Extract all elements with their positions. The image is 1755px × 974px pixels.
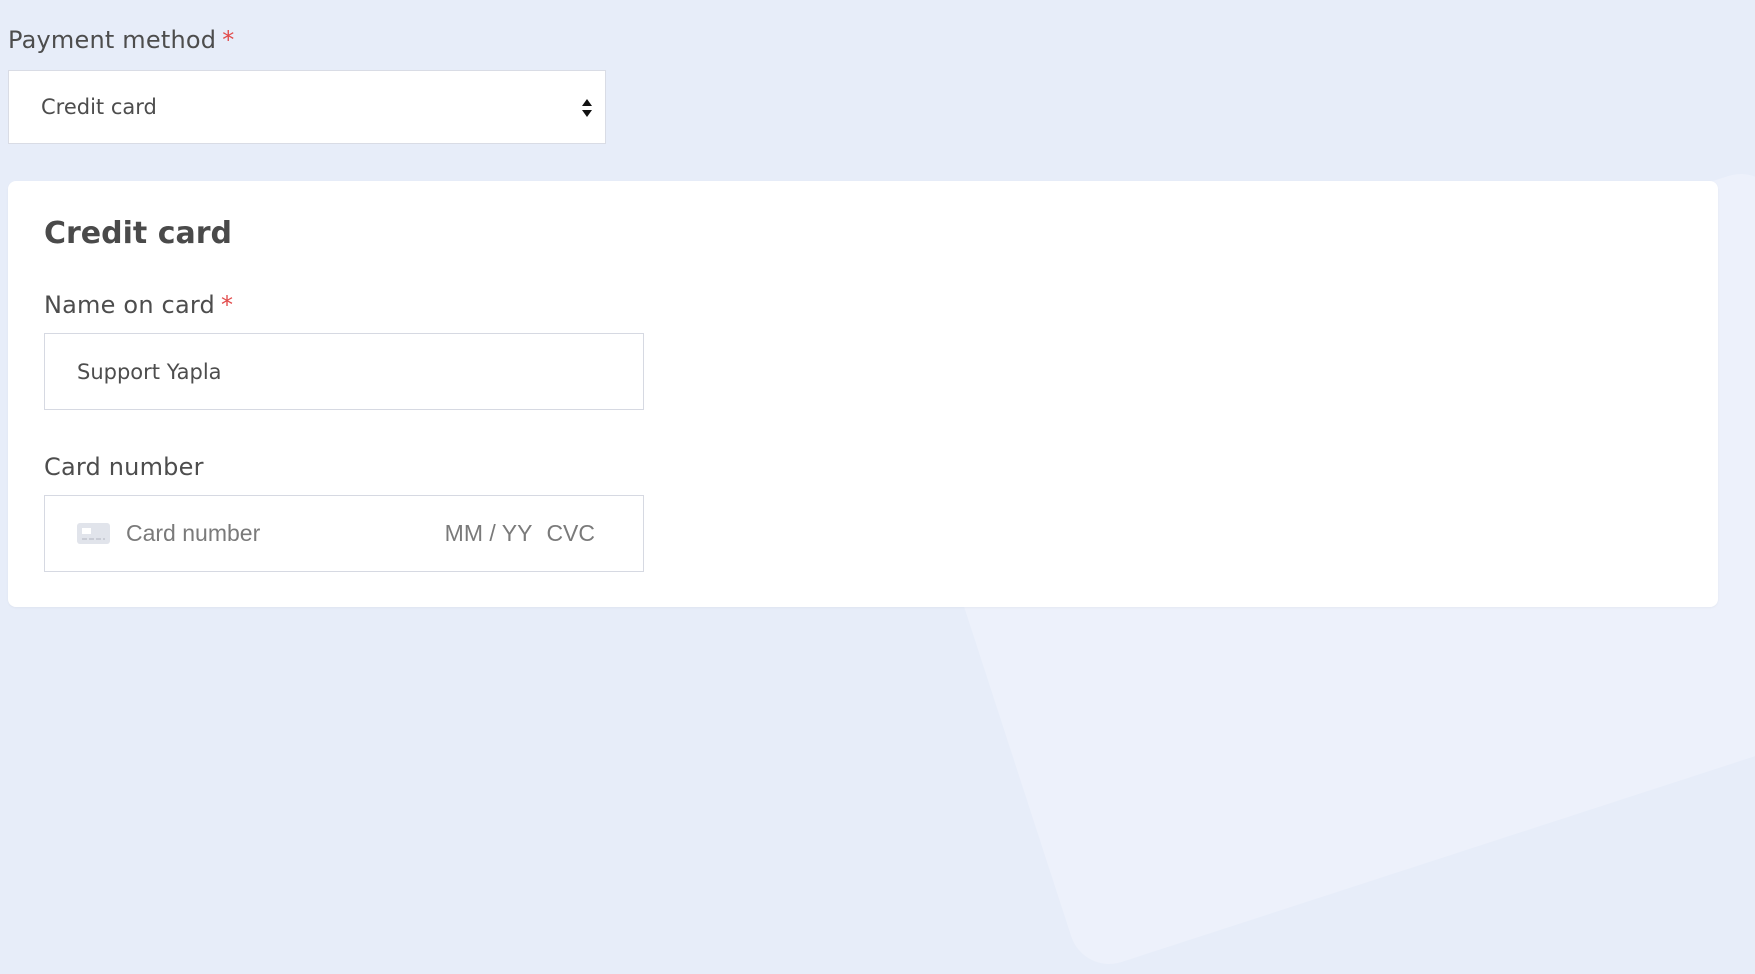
payment-method-label: Payment method *: [8, 26, 234, 54]
expiry-placeholder[interactable]: MM / YY: [445, 520, 533, 547]
card-chip: [82, 528, 91, 534]
payment-method-label-text: Payment method: [8, 26, 217, 54]
card-expiry-cvc-group: MM / YY CVC: [445, 520, 595, 547]
required-asterisk: *: [222, 26, 235, 54]
name-on-card-input[interactable]: Support Yapla: [44, 333, 644, 410]
name-on-card-value: Support Yapla: [77, 359, 222, 384]
select-arrows-icon: [582, 99, 592, 117]
credit-card-title: Credit card: [44, 216, 232, 251]
name-on-card-label: Name on card *: [44, 291, 233, 319]
payment-method-select[interactable]: Credit card: [8, 70, 606, 144]
card-number-placeholder: Card number: [126, 520, 261, 546]
cvc-placeholder[interactable]: CVC: [546, 520, 595, 547]
card-number-input[interactable]: Card number MM / YY CVC: [44, 495, 644, 572]
name-on-card-label-text: Name on card: [44, 291, 215, 319]
card-dashes: [82, 538, 105, 540]
credit-card-icon: [77, 523, 110, 544]
credit-card-panel: Credit card Name on card * Support Yapla …: [8, 181, 1718, 607]
card-number-label: Card number: [44, 453, 204, 481]
required-asterisk: *: [220, 291, 234, 319]
payment-method-selected-value: Credit card: [41, 95, 157, 119]
